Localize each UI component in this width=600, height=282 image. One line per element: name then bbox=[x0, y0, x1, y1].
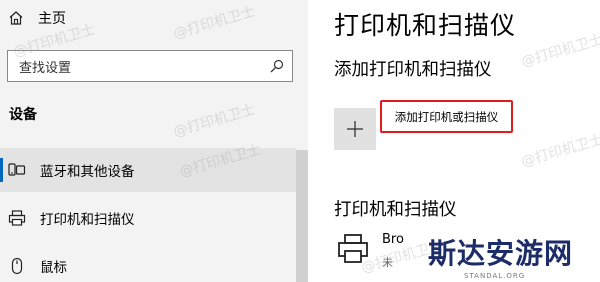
search-icon[interactable] bbox=[262, 51, 292, 81]
mouse-icon bbox=[11, 257, 23, 275]
site-logo-text: 斯达安游网 bbox=[428, 237, 574, 270]
printer-name[interactable]: Bro bbox=[382, 232, 404, 247]
sidebar-item-label: 鼠标 bbox=[40, 260, 67, 276]
settings-sidebar: 主页 查找设置 设备 蓝牙和其他设备 打印机和扫描仪 鼠标 bbox=[0, 0, 308, 282]
site-logo-url: STANDAL.ORG bbox=[464, 272, 526, 280]
add-section-title: 添加打印机和扫描仪 bbox=[334, 60, 492, 80]
bluetooth-devices-icon bbox=[8, 163, 26, 176]
active-indicator bbox=[0, 158, 3, 182]
home-icon bbox=[9, 11, 23, 25]
sidebar-item-bluetooth[interactable]: 蓝牙和其他设备 bbox=[0, 148, 296, 192]
sidebar-item-label: 打印机和扫描仪 bbox=[40, 212, 135, 228]
site-logo: 斯达安游网 STANDAL.ORG bbox=[428, 232, 596, 282]
sidebar-item-printers[interactable]: 打印机和扫描仪 bbox=[0, 196, 296, 240]
printer-status: 未 bbox=[382, 256, 393, 269]
printer-list-title: 打印机和扫描仪 bbox=[334, 200, 457, 220]
search-input[interactable]: 查找设置 bbox=[7, 50, 293, 82]
sidebar-item-label: 蓝牙和其他设备 bbox=[40, 164, 135, 180]
sidebar-item-mouse[interactable]: 鼠标 bbox=[0, 244, 296, 282]
printer-device-icon bbox=[338, 234, 368, 263]
add-printer-label[interactable]: 添加打印机或扫描仪 bbox=[380, 100, 513, 133]
add-printer-button[interactable] bbox=[334, 108, 376, 150]
sidebar-scrollbar[interactable] bbox=[296, 150, 308, 282]
plus-icon bbox=[347, 121, 363, 137]
printer-icon bbox=[8, 210, 26, 226]
home-label: 主页 bbox=[38, 11, 66, 27]
section-title-devices: 设备 bbox=[9, 107, 37, 123]
home-nav-item[interactable]: 主页 bbox=[8, 6, 66, 30]
page-title: 打印机和扫描仪 bbox=[334, 11, 517, 40]
watermark: @打印机卫士 bbox=[519, 31, 600, 71]
watermark: @打印机卫士 bbox=[519, 131, 600, 171]
search-placeholder: 查找设置 bbox=[19, 60, 72, 76]
